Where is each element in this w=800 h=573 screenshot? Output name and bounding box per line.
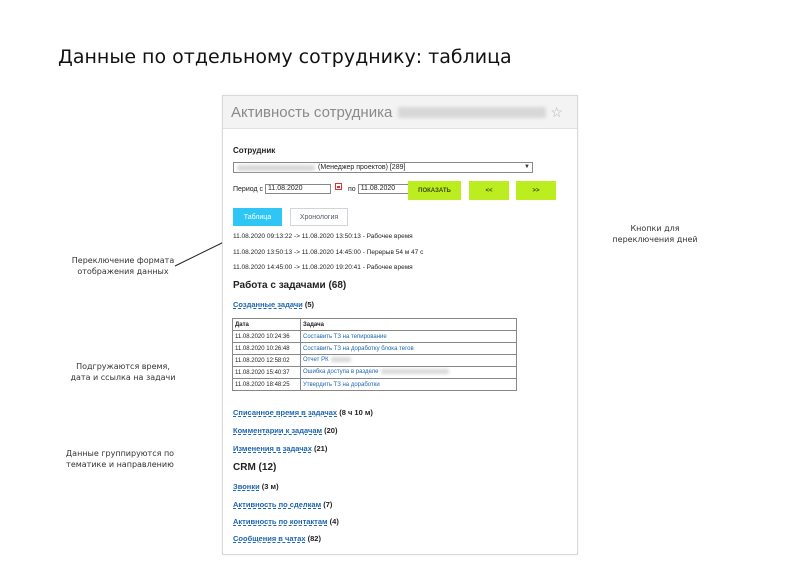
chats-link[interactable]: Сообщения в чатах <box>233 534 306 543</box>
redacted-task-text <box>330 357 351 363</box>
contacts-row: Активность по контактам (4) <box>233 517 339 526</box>
deals-row: Активность по сделкам (7) <box>233 500 332 509</box>
employee-select-value: (Менеджер проектов) [289] <box>318 164 406 171</box>
chats-count: (82) <box>307 534 321 543</box>
table-row: 11.08.2020 18:48:25 Утвердить ТЗ на дора… <box>232 378 517 391</box>
task-date: 11.08.2020 18:48:25 <box>232 378 301 391</box>
column-header-date: Дата <box>232 318 301 331</box>
task-link[interactable]: Ошибка доступа в разделе <box>300 366 517 379</box>
next-day-button[interactable]: >> <box>516 181 556 200</box>
comments-link[interactable]: Комментарии к задачам <box>233 426 322 435</box>
tab-table[interactable]: Таблица <box>233 208 282 226</box>
deals-link[interactable]: Активность по сделкам <box>233 500 321 509</box>
redacted-employee-name <box>398 106 547 118</box>
log-entry: 11.08.2020 09:13:22 -> 11.08.2020 13:50:… <box>233 233 413 240</box>
calls-row: Звонки (3 м) <box>233 482 279 491</box>
changes-link[interactable]: Изменения в задачах <box>233 444 312 453</box>
task-link[interactable]: Утвердить ТЗ на доработки <box>300 378 517 391</box>
panel-header: Активность сотрудника ☆ <box>223 96 577 129</box>
spent-time-link[interactable]: Списанное время в задачах <box>233 408 337 417</box>
note-data-loading: Подгружаются время, дата и ссылка на зад… <box>70 362 176 382</box>
deals-count: (7) <box>323 500 333 509</box>
employee-activity-panel: Активность сотрудника ☆ Сотрудник (Менед… <box>222 95 578 555</box>
log-entry: 11.08.2020 14:45:00 -> 11.08.2020 19:20:… <box>233 264 413 271</box>
chats-row: Сообщения в чатах (82) <box>233 534 321 543</box>
comments-row: Комментарии к задачам (20) <box>233 426 337 435</box>
task-date: 11.08.2020 15:40:37 <box>232 366 301 379</box>
task-link[interactable]: Составить ТЗ на доработку блока тегов <box>300 342 517 355</box>
column-header-task: Задача <box>300 318 517 331</box>
task-link[interactable]: Составить ТЗ на тепирование <box>300 330 517 343</box>
task-date: 11.08.2020 12:58:02 <box>232 354 301 367</box>
prev-day-button[interactable]: << <box>469 181 509 200</box>
contacts-count: (4) <box>329 517 339 526</box>
redacted-task-text <box>380 369 449 375</box>
table-row: 11.08.2020 15:40:37 Ошибка доступа в раз… <box>232 366 517 379</box>
period-from-label: Период с <box>233 185 263 193</box>
task-date: 11.08.2020 10:24:36 <box>232 330 301 343</box>
show-button[interactable]: ПОКАЗАТЬ <box>408 181 461 200</box>
work-heading: Работа с задачами (68) <box>233 280 347 291</box>
tab-history[interactable]: Хронология <box>290 208 348 226</box>
slide-title: Данные по отдельному сотруднику: таблица <box>58 46 512 68</box>
tasks-table: Дата Задача 11.08.2020 10:24:36 Составит… <box>232 318 517 391</box>
task-date: 11.08.2020 10:26:48 <box>232 342 301 355</box>
calls-link[interactable]: Звонки <box>233 482 260 491</box>
employee-label: Сотрудник <box>233 146 276 155</box>
note-tab-switch: Переключение формата отображения данных <box>71 256 175 276</box>
created-tasks-link[interactable]: Созданные задачи <box>233 300 303 309</box>
task-link[interactable]: Отчет РК <box>300 354 517 367</box>
created-tasks-row: Созданные задачи (5) <box>233 300 314 309</box>
period-to-label: по <box>348 185 356 193</box>
contacts-link[interactable]: Активность по контактам <box>233 517 328 526</box>
log-entry: 11.08.2020 13:50:13 -> 11.08.2020 14:45:… <box>233 249 424 256</box>
redacted-select-name <box>237 164 315 171</box>
table-row: 11.08.2020 12:58:02 Отчет РК <box>232 354 517 367</box>
crm-heading: CRM (12) <box>233 462 277 473</box>
calendar-icon[interactable] <box>335 182 342 190</box>
table-row: 11.08.2020 10:24:36 Составить ТЗ на тепи… <box>232 330 517 343</box>
spent-time-row: Списанное время в задачах (8 ч 10 м) <box>233 408 373 417</box>
changes-row: Изменения в задачах (21) <box>233 444 327 453</box>
note-day-buttons: Кнопки для переключения дней <box>612 224 698 244</box>
panel-title: Активность сотрудника <box>231 103 393 121</box>
changes-count: (21) <box>313 444 328 453</box>
spent-time-count: (8 ч 10 м) <box>339 408 373 417</box>
star-icon[interactable]: ☆ <box>550 104 563 121</box>
note-grouping: Данные группируются по тематике и направ… <box>65 449 175 469</box>
calls-count: (3 м) <box>261 482 279 491</box>
chevron-down-icon: ▼ <box>524 164 530 170</box>
date-from-input[interactable]: 11.08.2020 <box>265 184 331 194</box>
table-row: 11.08.2020 10:26:48 Составить ТЗ на дора… <box>232 342 517 355</box>
created-tasks-count: (5) <box>304 300 315 309</box>
employee-select[interactable]: (Менеджер проектов) [289] ▼ <box>233 162 533 173</box>
comments-count: (20) <box>324 426 338 435</box>
table-header-row: Дата Задача <box>232 318 517 331</box>
